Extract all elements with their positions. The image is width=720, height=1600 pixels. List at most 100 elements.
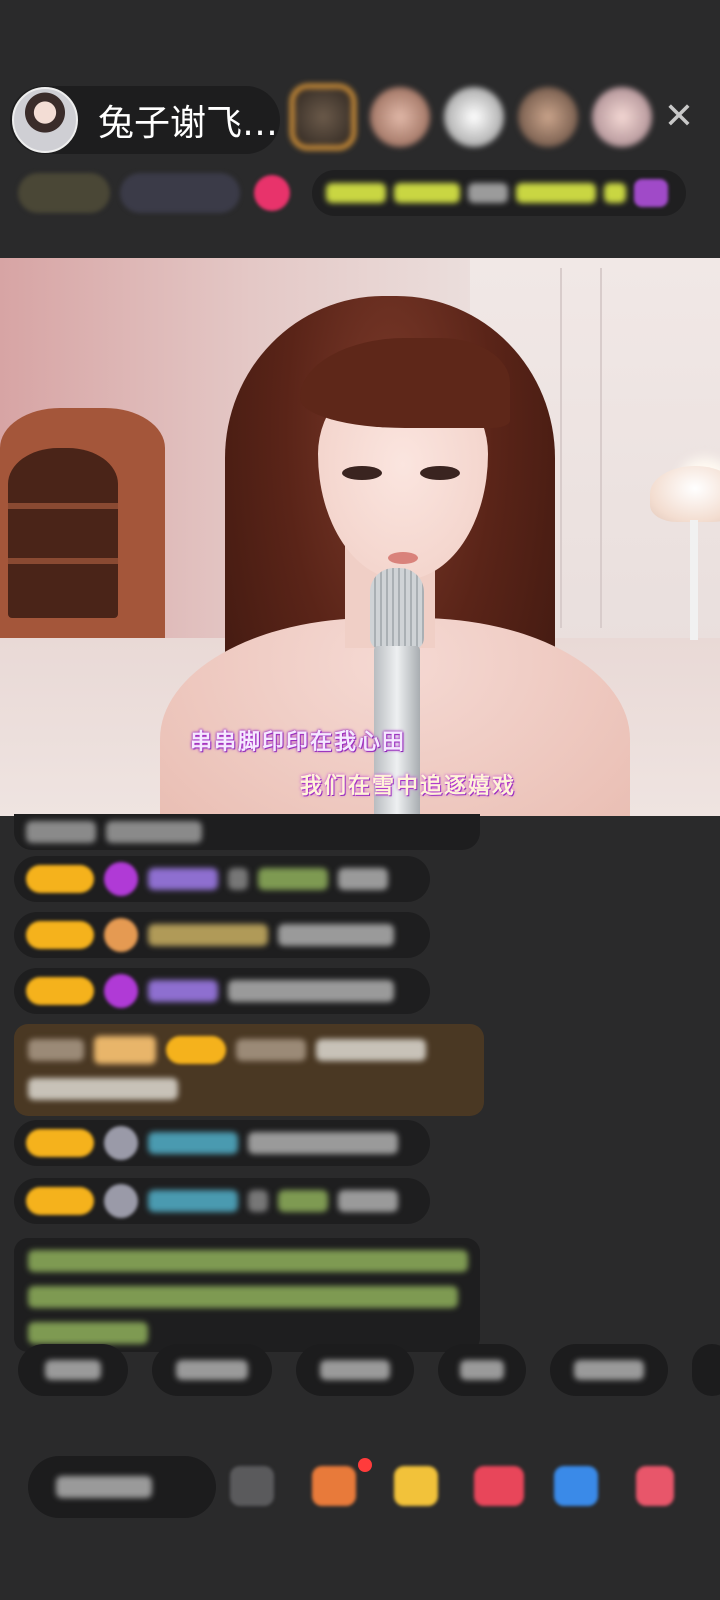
message-text bbox=[106, 821, 202, 843]
input-placeholder bbox=[56, 1476, 152, 1498]
arched-shelf bbox=[0, 408, 165, 638]
chip-label bbox=[574, 1360, 644, 1380]
message-text bbox=[338, 868, 388, 890]
message-text bbox=[28, 1078, 178, 1100]
username bbox=[148, 1190, 238, 1212]
rank-chip[interactable] bbox=[18, 173, 110, 213]
bottom-bar bbox=[18, 1456, 720, 1518]
banner-text bbox=[604, 183, 626, 203]
message-text bbox=[28, 1039, 84, 1061]
chat-message[interactable] bbox=[14, 1178, 430, 1224]
host-name[interactable]: 兔子谢飞… bbox=[98, 94, 278, 146]
quick-chip[interactable] bbox=[296, 1344, 414, 1396]
closet-door bbox=[560, 268, 562, 628]
more-apps-icon[interactable] bbox=[230, 1466, 274, 1506]
chip-label bbox=[176, 1360, 248, 1380]
live-stream-screen: 兔子谢飞… ✕ 串串脚印印在我心田 我们在雪中追逐嬉戏 bbox=[0, 0, 720, 1600]
closet-door bbox=[600, 268, 602, 628]
message-text bbox=[338, 1190, 398, 1212]
streamer-mouth bbox=[388, 552, 418, 564]
quick-chip[interactable] bbox=[550, 1344, 668, 1396]
message-text bbox=[248, 1132, 398, 1154]
streamer-eye bbox=[420, 466, 460, 480]
username bbox=[236, 1039, 306, 1061]
quick-chip[interactable] bbox=[18, 1344, 128, 1396]
message-text bbox=[316, 1039, 426, 1061]
microphone-head bbox=[370, 568, 424, 650]
username bbox=[148, 924, 268, 946]
lyric-line: 我们在雪中追逐嬉戏 bbox=[300, 774, 517, 799]
username bbox=[148, 868, 218, 890]
message-text bbox=[228, 868, 248, 890]
game-controller-icon[interactable] bbox=[554, 1466, 598, 1506]
lamp-pole bbox=[690, 520, 698, 640]
chat-message-highlight[interactable] bbox=[14, 1024, 484, 1116]
message-text bbox=[228, 980, 394, 1002]
streamer-eye bbox=[342, 466, 382, 480]
close-icon[interactable]: ✕ bbox=[660, 98, 698, 136]
live-video[interactable]: 串串脚印印在我心田 我们在雪中追逐嬉戏 bbox=[0, 258, 720, 816]
quick-chip[interactable] bbox=[692, 1344, 720, 1396]
level-badge bbox=[26, 921, 94, 949]
user-avatar bbox=[104, 1184, 138, 1218]
banner-text bbox=[468, 183, 508, 203]
info-banner[interactable] bbox=[312, 170, 686, 216]
level-badge bbox=[26, 1187, 94, 1215]
message-text bbox=[248, 1190, 268, 1212]
shelf-board bbox=[8, 558, 118, 564]
chat-message[interactable] bbox=[14, 856, 430, 902]
username bbox=[148, 980, 218, 1002]
message-text bbox=[258, 868, 328, 890]
chat-message[interactable] bbox=[14, 814, 480, 850]
diamond-icon bbox=[104, 974, 138, 1008]
chat-message[interactable] bbox=[14, 1120, 430, 1166]
popularity-chip[interactable] bbox=[120, 173, 240, 213]
level-badge bbox=[26, 865, 94, 893]
fan-club-icon[interactable] bbox=[254, 175, 290, 211]
user-avatar bbox=[104, 1126, 138, 1160]
username bbox=[148, 1132, 238, 1154]
message-text bbox=[278, 1190, 328, 1212]
banner-text bbox=[516, 183, 596, 203]
viewer-avatar[interactable] bbox=[592, 87, 652, 147]
viewer-avatar[interactable] bbox=[518, 87, 578, 147]
host-info[interactable]: 兔子谢飞… bbox=[10, 86, 280, 154]
top-viewers bbox=[290, 84, 652, 150]
banner-text bbox=[326, 183, 386, 203]
shop-icon[interactable] bbox=[636, 1466, 674, 1506]
gift-icon[interactable] bbox=[634, 179, 668, 207]
chat-input[interactable] bbox=[28, 1456, 216, 1518]
quick-chip[interactable] bbox=[438, 1344, 526, 1396]
chat-message[interactable] bbox=[14, 912, 430, 958]
quick-chip[interactable] bbox=[152, 1344, 272, 1396]
viewer-avatar[interactable] bbox=[444, 87, 504, 147]
chip-label bbox=[320, 1360, 390, 1380]
chat-message[interactable] bbox=[14, 968, 430, 1014]
level-badge bbox=[166, 1036, 226, 1064]
notification-dot bbox=[358, 1458, 372, 1472]
level-badge bbox=[94, 1036, 156, 1064]
fan-badge-icon bbox=[104, 918, 138, 952]
viewer-avatar[interactable] bbox=[290, 84, 356, 150]
level-badge bbox=[26, 1129, 94, 1157]
lyric-line: 串串脚印印在我心田 bbox=[190, 730, 407, 755]
banner-text bbox=[394, 183, 460, 203]
host-avatar[interactable] bbox=[12, 87, 78, 153]
chip-label bbox=[45, 1360, 101, 1380]
system-notice bbox=[14, 1238, 480, 1352]
quick-actions bbox=[18, 1344, 720, 1396]
notice-text bbox=[28, 1322, 148, 1344]
chip-label bbox=[460, 1360, 504, 1380]
viewer-avatar[interactable] bbox=[370, 87, 430, 147]
gift-box-icon[interactable] bbox=[312, 1466, 356, 1506]
treasure-icon[interactable] bbox=[394, 1466, 438, 1506]
lamp bbox=[650, 466, 720, 522]
shelf-board bbox=[8, 503, 118, 509]
message-text bbox=[26, 821, 96, 843]
level-badge bbox=[26, 977, 94, 1005]
shelf-inner bbox=[8, 448, 118, 618]
heart-gift-icon[interactable] bbox=[474, 1466, 524, 1506]
notice-text bbox=[28, 1286, 458, 1308]
diamond-icon bbox=[104, 862, 138, 896]
message-text bbox=[278, 924, 394, 946]
